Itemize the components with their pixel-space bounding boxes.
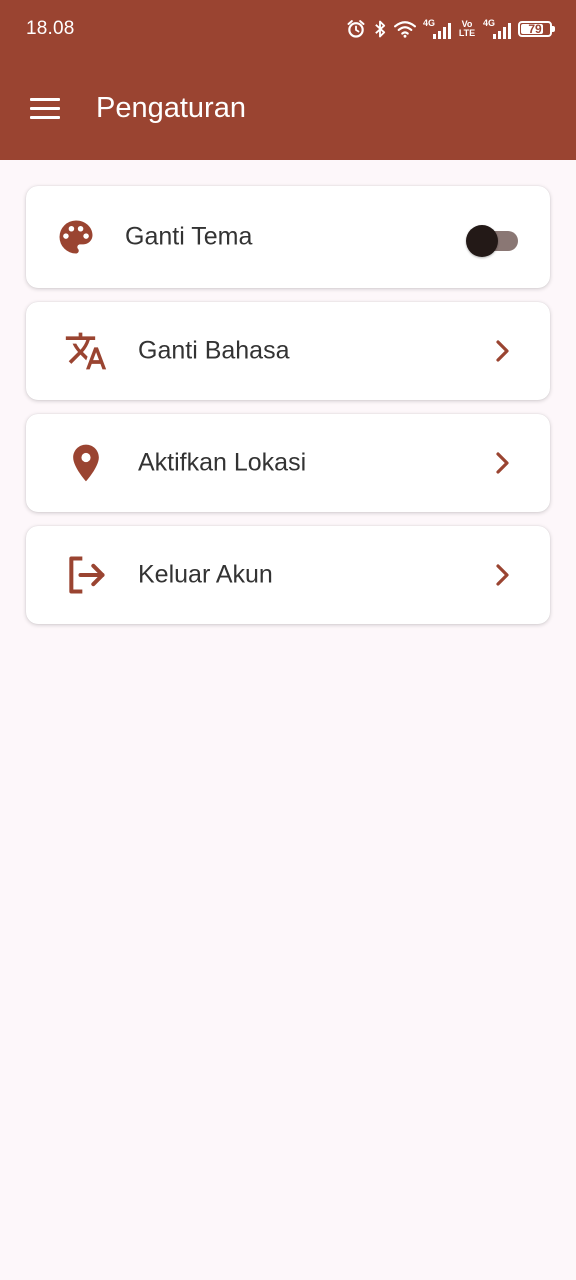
settings-item-theme[interactable]: Ganti Tema [26, 186, 550, 288]
network-type-2: 4G [483, 19, 511, 39]
settings-item-label: Keluar Akun [138, 560, 273, 589]
volte-indicator: Vo LTE [458, 20, 476, 38]
translate-icon [64, 329, 108, 373]
network-type-1: 4G [423, 19, 451, 39]
hamburger-menu-icon[interactable] [22, 88, 68, 128]
battery-icon: 79 [518, 21, 555, 37]
status-icons: 4G Vo LTE 4G 79 [346, 16, 555, 42]
page-title: Pengaturan [96, 92, 246, 124]
palette-icon [54, 215, 98, 259]
status-bar: 18.08 4G Vo LTE 4G 79 [0, 0, 576, 58]
toggle-thumb [466, 225, 498, 257]
status-time: 18.08 [26, 18, 75, 39]
settings-item-language[interactable]: Ganti Bahasa [26, 302, 550, 400]
volte-bottom-label: LTE [458, 28, 476, 38]
alarm-icon [347, 20, 365, 38]
settings-item-location[interactable]: Aktifkan Lokasi [26, 414, 550, 512]
settings-item-logout[interactable]: Keluar Akun [26, 526, 550, 624]
battery-level: 79 [528, 22, 542, 36]
logout-icon [64, 553, 108, 597]
chevron-right-icon [496, 452, 509, 474]
bluetooth-icon [375, 20, 386, 38]
signal-icon [493, 23, 511, 39]
chevron-right-icon [496, 564, 509, 586]
location-pin-icon [64, 441, 108, 485]
signal-icon [433, 23, 451, 39]
wifi-icon [394, 21, 416, 38]
settings-list: Ganti Tema Ganti Bahasa Aktifkan Lokasi [26, 186, 550, 638]
app-bar: 18.08 4G Vo LTE 4G 79 Pengaturan [0, 0, 576, 160]
settings-item-label: Ganti Bahasa [138, 336, 290, 365]
chevron-right-icon [496, 340, 509, 362]
settings-item-label: Ganti Tema [125, 222, 253, 251]
settings-item-label: Aktifkan Lokasi [138, 448, 307, 477]
theme-toggle[interactable] [466, 221, 520, 257]
